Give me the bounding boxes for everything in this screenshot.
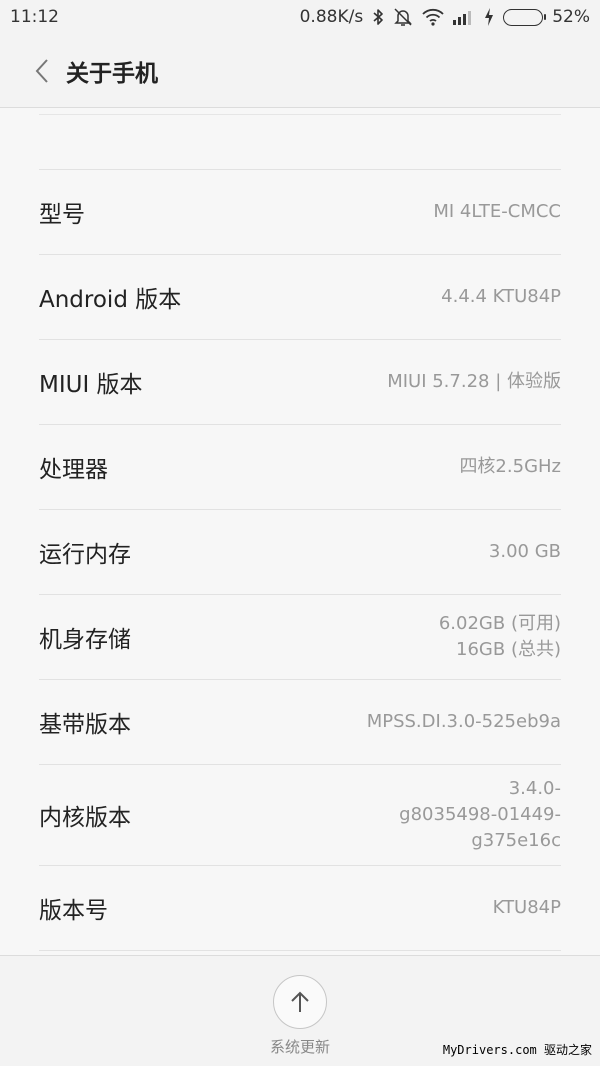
about-phone-screen: 11:12 0.88K/s 52% 关于手机 型号 MI 4LTE-CMCC A… xyxy=(0,0,600,1066)
list-item-label: 型号 xyxy=(39,202,85,228)
list-item-value-line: 4.4.4 KTU84P xyxy=(441,286,561,307)
list-item-value: 3.00 GB xyxy=(489,539,561,565)
list-item-value: 3.4.0- g8035498-01449- g375e16c xyxy=(399,776,561,854)
list-item[interactable]: Android 版本 4.4.4 KTU84P xyxy=(39,255,561,340)
list-item-value-line: MIUI 5.7.28 | 体验版 xyxy=(387,371,561,392)
list-item-value-line: MPSS.DI.3.0-525eb9a xyxy=(366,711,561,732)
info-list: 型号 MI 4LTE-CMCC Android 版本 4.4.4 KTU84P MIUI… xyxy=(0,108,600,951)
list-item-value-line: MI 4LTE-CMCC xyxy=(433,201,561,222)
list-item-value: MIUI 5.7.28 | 体验版 xyxy=(387,369,561,395)
list-item[interactable]: MIUI 版本 MIUI 5.7.28 | 体验版 xyxy=(39,340,561,425)
list-item-label: 基带版本 xyxy=(39,712,131,738)
arrow-up-icon xyxy=(291,991,309,1012)
battery-icon xyxy=(503,8,547,26)
list-item[interactable]: 运行内存 3.00 GB xyxy=(39,510,561,595)
wifi-icon xyxy=(422,7,444,27)
list-item-label: MIUI 版本 xyxy=(39,372,143,398)
watermark: MyDrivers.com 驱动之家 xyxy=(442,1043,592,1057)
list-item-value: 6.02GB (可用) 16GB (总共) xyxy=(439,611,561,663)
page-title: 关于手机 xyxy=(66,60,158,87)
list-item[interactable]: 处理器 四核2.5GHz xyxy=(39,425,561,510)
list-item-label: 运行内存 xyxy=(39,542,131,568)
list-item[interactable]: 版本号 KTU84P xyxy=(39,866,561,951)
list-item-value-line: KTU84P xyxy=(492,897,561,918)
network-speed: 0.88K/s xyxy=(299,7,364,27)
list-item-value-line: g8035498-01449- xyxy=(399,804,561,825)
list-item-value-line: 3.4.0- xyxy=(508,778,561,799)
list-item-value-line: g375e16c xyxy=(471,830,561,851)
list-item[interactable]: 型号 MI 4LTE-CMCC xyxy=(39,170,561,255)
status-right: 0.88K/s 52% xyxy=(300,7,590,27)
action-bar: 关于手机 xyxy=(0,34,600,108)
list-item-value: 四核2.5GHz xyxy=(459,454,561,480)
list-item-label: Android 版本 xyxy=(39,287,182,313)
system-update-button[interactable] xyxy=(273,975,327,1029)
list-item[interactable]: 机身存储 6.02GB (可用) 16GB (总共) xyxy=(39,595,561,680)
list-item-value-line: 3.00 GB xyxy=(488,541,561,562)
chevron-left-icon xyxy=(35,58,48,83)
status-time: 11:12 xyxy=(10,7,59,27)
list-item-value-line: 16GB (总共) xyxy=(456,639,561,660)
bottom-bar: 系统更新 MyDrivers.com 驱动之家 xyxy=(0,955,600,1066)
list-item-label: 版本号 xyxy=(39,898,108,924)
list-item-value: KTU84P xyxy=(493,895,561,921)
list-item-value: MPSS.DI.3.0-525eb9a xyxy=(367,709,561,735)
list-item-label: 处理器 xyxy=(39,457,108,483)
list-item-value-line: 四核2.5GHz xyxy=(459,456,561,477)
back-button[interactable] xyxy=(22,51,62,91)
list-item[interactable]: 基带版本 MPSS.DI.3.0-525eb9a xyxy=(39,680,561,765)
list-item-value-line: 6.02GB (可用) xyxy=(438,613,561,634)
battery-percent: 52% xyxy=(552,7,590,27)
alarm-off-icon xyxy=(393,7,413,27)
list-item[interactable]: 内核版本 3.4.0- g8035498-01449- g375e16c xyxy=(39,765,561,866)
list-item-label: 机身存储 xyxy=(39,627,131,653)
list-item-value: 4.4.4 KTU84P xyxy=(441,284,561,310)
signal-icon xyxy=(453,7,475,27)
list-item-label: 内核版本 xyxy=(39,805,131,831)
list-item-value: MI 4LTE-CMCC xyxy=(433,199,561,225)
status-bar: 11:12 0.88K/s 52% xyxy=(0,0,600,34)
list-spacer xyxy=(39,108,561,170)
bluetooth-icon xyxy=(372,7,384,27)
charging-icon xyxy=(484,7,494,27)
